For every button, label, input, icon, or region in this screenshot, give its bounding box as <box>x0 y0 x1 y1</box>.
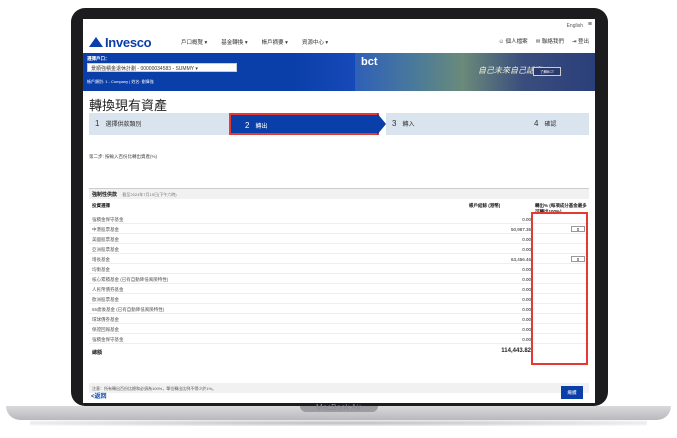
promo-brand: bct <box>361 56 378 68</box>
app-screen: English ≡ Invesco 戶口概覽 ▾ 基金轉換 ▾ 帳戶摘要 ▾ 資… <box>83 19 595 403</box>
invesco-logo-icon <box>89 37 103 47</box>
fund-balance: 0.00 <box>522 307 531 312</box>
total-value: 114,443.82 <box>501 348 531 354</box>
table-row: 核心累積基金 (已有自動降低風險特性) 0.00 <box>89 275 589 284</box>
total-label: 總額 <box>92 350 103 356</box>
account-select-value: 景順強積金退休計劃 - 00000034583 - SUMMY <box>91 66 194 72</box>
brand-name: Invesco <box>105 34 152 50</box>
table-row: 強積金保守基金 0.00 <box>89 215 589 224</box>
col-header-fund: 投資選擇 <box>92 203 110 208</box>
device-stage: MacBook Air English ≡ Invesco 戶口概覽 ▾ 基金轉… <box>0 0 677 438</box>
fund-balance: 0.00 <box>522 337 531 342</box>
table-row: 增長基金 63,456.46 0 <box>89 255 589 264</box>
account-title: 選擇戶口： <box>87 56 110 61</box>
fund-balance: 0.00 <box>522 247 531 252</box>
utility-bar: English ≡ <box>83 19 595 31</box>
table-row: 人民幣債券基金 0.00 <box>89 285 589 294</box>
table-row: 中港股票基金 50,987.36 0 <box>89 225 589 234</box>
fund-balance: 0.00 <box>522 287 531 292</box>
hamburger-icon[interactable]: ≡ <box>588 21 592 28</box>
step-4: 4 確認 <box>526 113 589 135</box>
account-banner: 選擇戶口： 景順強積金退休計劃 - 00000034583 - SUMMY ▾ … <box>83 53 595 91</box>
step-1-num: 1 <box>95 119 100 128</box>
fund-balance: 0.00 <box>522 327 531 332</box>
fund-name: 環球債券基金 <box>92 317 119 322</box>
fund-table: 強制性供款 截至2024年7月15日(下午六時) 投資選擇 帳戶結餘 (港幣) … <box>89 188 589 376</box>
step-2-label: 轉出 <box>255 124 268 130</box>
step-1: 1 選擇供款類別 <box>89 113 229 135</box>
nav-item-fund-switch[interactable]: 基金轉換 ▾ <box>221 38 247 46</box>
contact-label: 聯絡我們 <box>541 39 564 45</box>
profile-link[interactable]: ☺ 個人檔案 <box>499 37 528 45</box>
section-note: 截至2024年7月15日(下午六時) <box>122 192 177 197</box>
table-row: 歐洲股票基金 0.00 <box>89 295 589 304</box>
step-4-label: 確認 <box>544 122 557 128</box>
fund-name: 增長基金 <box>92 257 110 262</box>
account-select[interactable]: 景順強積金退休計劃 - 00000034583 - SUMMY ▾ <box>87 63 237 72</box>
step-2-active: 2 轉出 <box>229 113 379 135</box>
nav-menu: 戶口概覽 ▾ 基金轉換 ▾ 帳戶摘要 ▾ 資源中心 ▾ <box>181 38 328 46</box>
step-2-arrow <box>377 113 386 135</box>
step-4-num: 4 <box>534 119 539 128</box>
back-link[interactable]: <返回 <box>91 391 107 400</box>
nav-right: ☺ 個人檔案 ✉ 聯絡我們 ⇥ 登出 <box>499 37 589 45</box>
fund-name: 保證回報基金 <box>92 327 119 332</box>
fund-balance: 0.00 <box>522 317 531 322</box>
account-meta: 帳戶類別: 1 - Company | 姓名: 劉偉強 <box>87 79 154 84</box>
nav-item-resources[interactable]: 資源中心 ▾ <box>302 38 328 46</box>
contact-link[interactable]: ✉ 聯絡我們 <box>536 37 564 45</box>
fund-balance: 0.00 <box>522 277 531 282</box>
main-nav: Invesco 戶口概覽 ▾ 基金轉換 ▾ 帳戶摘要 ▾ 資源中心 ▾ ☺ 個人… <box>83 31 595 53</box>
fund-name: 美國股票基金 <box>92 237 119 242</box>
step-3-num: 3 <box>392 119 397 128</box>
fund-name: 均衡基金 <box>92 267 110 272</box>
laptop-shadow <box>30 420 647 426</box>
fund-balance: 50,987.36 <box>510 227 531 232</box>
profile-label: 個人檔案 <box>505 39 528 45</box>
step-3: 3 轉入 <box>386 113 526 135</box>
footnote: 注意：所有轉出百份比總和必須為100%，單位轉出比例不得少於1%。 <box>89 383 589 393</box>
fund-name: 歐洲股票基金 <box>92 297 119 302</box>
logout-link[interactable]: ⇥ 登出 <box>572 37 589 45</box>
fund-name: 人民幣債券基金 <box>92 287 124 292</box>
fund-balance: 0.00 <box>522 217 531 222</box>
nav-item-account-summary[interactable]: 帳戶摘要 ▾ <box>262 38 288 46</box>
fund-name: 亞洲股票基金 <box>92 247 119 252</box>
fund-balance: 0.00 <box>522 297 531 302</box>
highlight-box <box>531 212 588 365</box>
fund-name: 65歲後基金 (已有自動降低風險特性) <box>92 307 165 312</box>
step-2-num: 2 <box>245 121 250 130</box>
step-3-label: 轉入 <box>402 122 415 128</box>
table-row: 亞洲股票基金 0.00 <box>89 245 589 254</box>
nav-item-overview[interactable]: 戶口概覽 ▾ <box>181 38 207 46</box>
table-row: 美國股票基金 0.00 <box>89 235 589 244</box>
table-row: 強積金保守基金 0.00 <box>89 335 589 344</box>
step-1-label: 選擇供款類別 <box>105 122 142 128</box>
substep-instruction: 第二步: 按輸入百份比轉出資產(%) <box>89 154 157 159</box>
table-row: 保證回報基金 0.00 <box>89 325 589 334</box>
fund-balance: 63,456.46 <box>510 257 531 262</box>
table-row: 均衡基金 0.00 <box>89 265 589 274</box>
section-title: 強制性供款 <box>92 192 118 198</box>
total-row: 總額 114,443.82 <box>89 347 589 356</box>
next-button[interactable]: 繼續 <box>561 386 583 399</box>
banner-account-area <box>83 53 383 91</box>
progress-steps: 1 選擇供款類別 3 轉入 4 確認 2 轉出 <box>89 113 589 135</box>
fund-balance: 0.00 <box>522 267 531 272</box>
logout-label: 登出 <box>577 39 589 45</box>
device-model-label: MacBook Air <box>316 403 361 412</box>
section-header: 強制性供款 截至2024年7月15日(下午六時) <box>89 189 589 199</box>
fund-name: 中港股票基金 <box>92 227 119 232</box>
table-row: 65歲後基金 (已有自動降低風險特性) 0.00 <box>89 305 589 314</box>
language-link[interactable]: English <box>567 23 583 29</box>
col-header-balance: 帳戶結餘 (港幣) <box>469 203 501 208</box>
fund-name: 強積金保守基金 <box>92 217 124 222</box>
brand-logo[interactable]: Invesco <box>89 34 152 50</box>
page-title: 轉換現有資產 <box>89 98 168 113</box>
table-row: 環球債券基金 0.00 <box>89 315 589 324</box>
promo-button[interactable]: 了解BCT <box>533 67 561 76</box>
fund-balance: 0.00 <box>522 237 531 242</box>
fund-name: 強積金保守基金 <box>92 337 124 342</box>
fund-name: 核心累積基金 (已有自動降低風險特性) <box>92 277 169 282</box>
